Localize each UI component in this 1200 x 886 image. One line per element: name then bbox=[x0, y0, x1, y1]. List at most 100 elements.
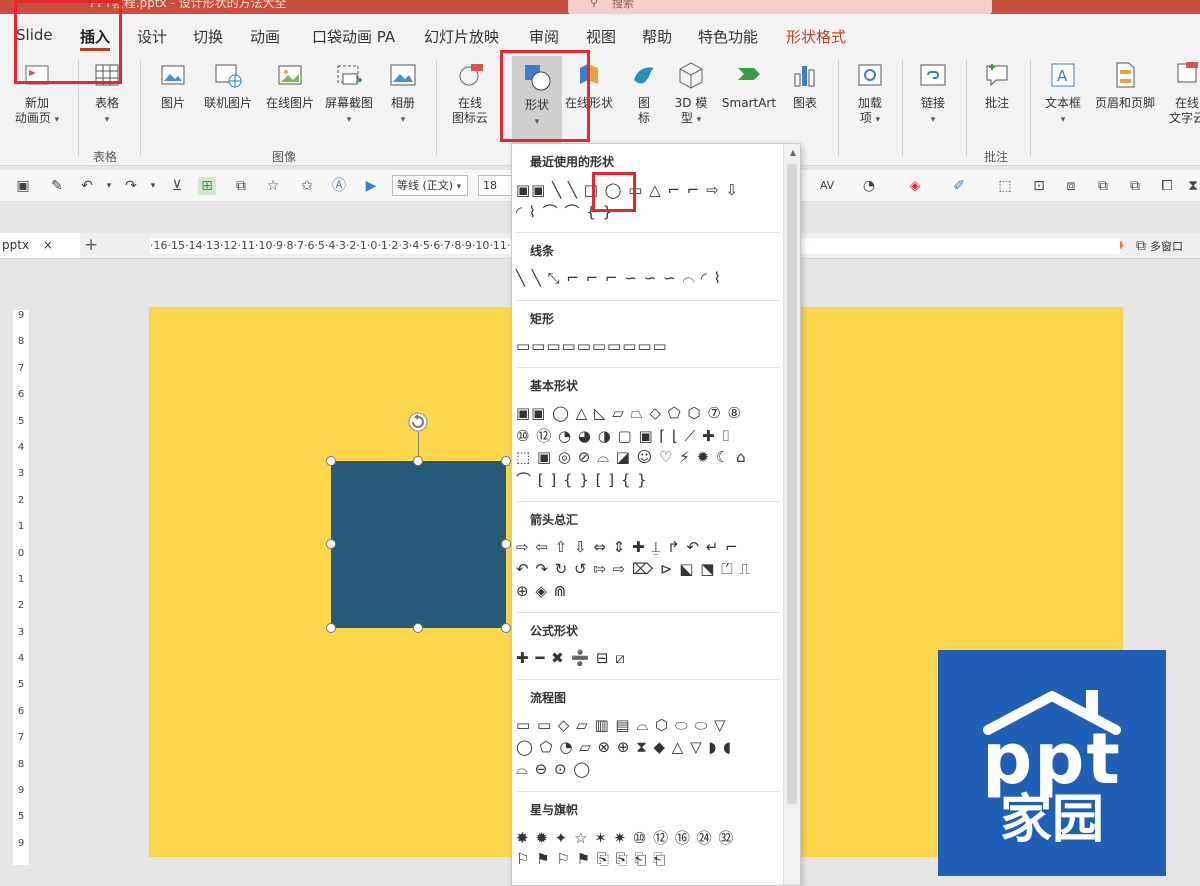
document-tab[interactable]: pptx × bbox=[0, 233, 80, 258]
pen-icon[interactable]: ✎ bbox=[48, 177, 66, 195]
tab-view[interactable]: 视图 bbox=[586, 26, 616, 47]
rotate-icon[interactable]: ⧗ bbox=[1184, 177, 1200, 195]
shape-row-basic-4[interactable]: ⌒ [ ] { } [ ] { } bbox=[516, 469, 648, 489]
bring-forward-icon[interactable]: ⧉ bbox=[1094, 177, 1112, 195]
send-backward-icon[interactable]: ⧉ bbox=[1126, 177, 1144, 195]
text-a-icon[interactable]: Ⓐ bbox=[330, 177, 348, 195]
shape-glyphs[interactable]: ╲ ╲ ⤡ ⌐ ⌐ ⌐ ∽ ∽ ∽ ⌒ ◜ ⌇ bbox=[516, 269, 722, 287]
shape-glyphs[interactable]: ✸ ✹ ✦ ☆ ✶ ✷ ⑩ ⑫ ⑯ ㉔ ㉜ bbox=[516, 829, 734, 847]
tab-shape-format[interactable]: 形状格式 bbox=[786, 26, 846, 47]
tab-special-features[interactable]: 特色功能 bbox=[698, 26, 758, 47]
new-animation-page-button[interactable]: 新加 动画页 ▾ bbox=[4, 60, 70, 128]
resize-handle-top-left[interactable] bbox=[326, 456, 336, 466]
edit-shape-icon[interactable]: ⬚ bbox=[996, 177, 1014, 195]
resize-handle-bottom-right[interactable] bbox=[501, 623, 511, 633]
shape-row-flow-2[interactable]: ◯ ⬠ ◔ ⏥ ⊗ ⊕ ⧗ ◆ △ ▽ ◗ ◖ bbox=[516, 737, 732, 757]
crop-icon[interactable]: ⧉ bbox=[232, 177, 250, 195]
screenshot-button[interactable]: 屏幕截图 ▾ bbox=[320, 60, 378, 128]
shape-glyphs[interactable]: ⊕ ◈ ⋒ bbox=[516, 582, 567, 600]
search-box[interactable]: ⚲ 搜索 bbox=[568, 0, 992, 14]
save-icon[interactable]: ▣ bbox=[14, 177, 32, 195]
group-icon[interactable]: ⧈ bbox=[1062, 177, 1080, 195]
selection-pane-icon[interactable]: ⧠ bbox=[1158, 177, 1176, 195]
rotate-handle-icon[interactable] bbox=[406, 410, 430, 434]
shape-glyphs[interactable]: ⌒ [ ] { } [ ] { } bbox=[516, 471, 648, 489]
table-button[interactable]: 表格 ▾ bbox=[84, 60, 130, 128]
shape-glyphs[interactable]: ▣▣ ╲ ╲ □ ◯ ▭ △ ⌐ ⌐ ⇨ ⇩ bbox=[516, 181, 739, 199]
album-button[interactable]: 相册 ▾ bbox=[382, 60, 424, 128]
new-tab-button[interactable]: + bbox=[84, 235, 98, 255]
web-picture-button[interactable]: 在线图片 bbox=[260, 60, 320, 111]
shape-row-arrows-3[interactable]: ⊕ ◈ ⋒ bbox=[516, 581, 567, 601]
shape-glyphs[interactable]: ⑩ ⑫ ◔ ◕ ◑ ▢ ▣ ⌈ ⌊ ⟋ ✚ ⌷ bbox=[516, 427, 731, 445]
shape-glyphs[interactable]: ◯ ⬠ ◔ ⏥ ⊗ ⊕ ⧗ ◆ △ ▽ ◗ ◖ bbox=[516, 738, 732, 756]
shape-row-arrows-1[interactable]: ⇨ ⇦ ⇧ ⇩ ⇔ ⇕ ✚ ⍊ ↱ ↶ ↵ ⌐ bbox=[516, 537, 739, 557]
chevron-down-icon[interactable]: ▾ bbox=[100, 177, 118, 195]
chevron-down-icon[interactable]: ▾ bbox=[144, 177, 162, 195]
tab-transitions[interactable]: 切换 bbox=[193, 26, 223, 47]
star-outline-icon[interactable]: ✩ bbox=[298, 177, 316, 195]
resize-handle-top[interactable] bbox=[413, 456, 423, 466]
shape-glyphs[interactable]: ▣▣ ◯ △ ◺ ▱ ⏢ ◇ ⬠ ⬡ ⑦ ⑧ bbox=[516, 404, 742, 422]
close-icon[interactable]: × bbox=[43, 238, 53, 252]
tab-help[interactable]: 帮助 bbox=[642, 26, 672, 47]
undo-icon[interactable]: ↶ bbox=[78, 177, 96, 195]
multiwindow-label[interactable]: 多窗口 bbox=[1150, 238, 1200, 254]
scroll-up-icon[interactable]: ▲ bbox=[790, 148, 796, 157]
shape-glyphs[interactable]: ⬚ ▣ ◎ ⊘ ⌓ ◪ ☺ ♡ ⚡ ✹ ☾ ⌂ bbox=[516, 448, 747, 466]
online-picture-button[interactable]: 联机图片 bbox=[198, 60, 258, 111]
addins-button[interactable]: 加载 项 ▾ bbox=[846, 60, 894, 128]
shape-row-equation[interactable]: ✚ ━ ✖ ➗ ⊟ ⧄ bbox=[516, 648, 626, 668]
tab-design[interactable]: 设计 bbox=[137, 26, 167, 47]
format-icon[interactable]: ⊞ bbox=[198, 177, 216, 195]
shape-glyphs[interactable]: ◜ ⌇ ⌒ ⌒ { } bbox=[516, 203, 613, 221]
star-icon[interactable]: ☆ bbox=[264, 177, 282, 195]
char-spacing-icon[interactable]: AV bbox=[818, 177, 836, 195]
picture-button[interactable]: 图片 bbox=[150, 60, 196, 111]
shape-glyphs[interactable]: ⚐ ⚑ ⚐ ⚑ ⎘ ⎘ ⎗ ⎗ bbox=[516, 850, 666, 868]
shape-row-basic-3[interactable]: ⬚ ▣ ◎ ⊘ ⌓ ◪ ☺ ♡ ⚡ ✹ ☾ ⌂ bbox=[516, 447, 747, 467]
link-button[interactable]: 链接 ▾ bbox=[910, 60, 956, 128]
resize-handle-right[interactable] bbox=[501, 539, 511, 549]
3d-model-button[interactable]: 3D 模 型 ▾ bbox=[666, 60, 716, 128]
multiwindow-icon[interactable]: ⧉ bbox=[1132, 237, 1150, 255]
play-box-icon[interactable]: ▶ bbox=[362, 177, 380, 195]
resize-handle-top-right[interactable] bbox=[501, 456, 511, 466]
shape-glyphs[interactable]: ▭ ▭ ◇ ▱ ▥ ▤ ⌓ ⬡ ⬭ ⬭ ▽ bbox=[516, 716, 727, 734]
shape-row-rectangles[interactable]: ▭▭▭▭▭▭▭▭▭▭ bbox=[516, 336, 668, 356]
shape-row-recent[interactable]: ▣▣ ╲ ╲ □ ◯ ▭ △ ⌐ ⌐ ⇨ ⇩ bbox=[516, 180, 739, 200]
redo-icon[interactable]: ↷ bbox=[122, 177, 140, 195]
tab-slideshow[interactable]: 幻灯片放映 bbox=[424, 26, 499, 47]
resize-handle-bottom-left[interactable] bbox=[326, 623, 336, 633]
textbox-button[interactable]: A 文本框 ▾ bbox=[1036, 60, 1090, 128]
shape-glyphs[interactable]: ↶ ↷ ↻ ↺ ⇰ ⇨ ⌦ ⊳ ⬕ ⬔ ⏍ ⎍ bbox=[516, 560, 751, 578]
shapes-button[interactable]: 形状 ▾ bbox=[512, 56, 562, 144]
online-shapes-button[interactable]: 在线形状 bbox=[560, 60, 618, 111]
shape-row-basic-1[interactable]: ▣▣ ◯ △ ◺ ▱ ⏢ ◇ ⬠ ⬡ ⑦ ⑧ bbox=[516, 403, 742, 423]
header-footer-button[interactable]: 页眉和页脚 bbox=[1090, 60, 1160, 111]
shape-row-stars-2[interactable]: ⚐ ⚑ ⚐ ⚑ ⎘ ⎘ ⎗ ⎗ bbox=[516, 849, 666, 869]
presenter-icon[interactable]: ⊻ bbox=[168, 177, 186, 195]
shape-row-lines[interactable]: ╲ ╲ ⤡ ⌐ ⌐ ⌐ ∽ ∽ ∽ ⌒ ◜ ⌇ bbox=[516, 268, 722, 288]
fill-color-icon[interactable]: ◈ bbox=[906, 177, 924, 195]
selected-rectangle-shape[interactable] bbox=[331, 461, 506, 628]
shape-glyphs[interactable]: ▭▭▭▭▭▭▭▭▭▭ bbox=[516, 337, 668, 355]
online-icon-cloud-button[interactable]: 在线 图标云 bbox=[444, 60, 496, 126]
chart-button[interactable]: 图表 bbox=[784, 60, 826, 111]
vertical-ruler[interactable]: 9 8 7 6 5 4 3 2 1 0 1 2 3 4 5 6 7 8 9 5 9 bbox=[13, 310, 29, 865]
shape-fill-icon[interactable]: ◔ bbox=[860, 177, 878, 195]
shape-glyphs[interactable]: ⌓ ⊖ ⊙ ◯ bbox=[516, 760, 591, 778]
outline-color-icon[interactable]: ✐ bbox=[950, 177, 968, 195]
shape-row-stars-1[interactable]: ✸ ✹ ✦ ☆ ✶ ✷ ⑩ ⑫ ⑯ ㉔ ㉜ bbox=[516, 827, 734, 847]
tab-pocket-animation[interactable]: 口袋动画 PA bbox=[312, 26, 395, 47]
shape-row-recent-2[interactable]: ◜ ⌇ ⌒ ⌒ { } bbox=[516, 201, 613, 221]
shape-glyphs[interactable]: ✚ ━ ✖ ➗ ⊟ ⧄ bbox=[516, 649, 626, 667]
icons-button[interactable]: 图 标 bbox=[624, 60, 664, 126]
resize-handle-bottom[interactable] bbox=[413, 623, 423, 633]
align-icon[interactable]: ⊡ bbox=[1030, 177, 1048, 195]
smartart-button[interactable]: SmartArt bbox=[716, 60, 782, 111]
comment-button[interactable]: 批注 bbox=[974, 60, 1020, 111]
tab-insert[interactable]: 插入 bbox=[80, 26, 111, 51]
resize-handle-left[interactable] bbox=[326, 539, 336, 549]
shape-row-basic-2[interactable]: ⑩ ⑫ ◔ ◕ ◑ ▢ ▣ ⌈ ⌊ ⟋ ✚ ⌷ bbox=[516, 425, 731, 445]
